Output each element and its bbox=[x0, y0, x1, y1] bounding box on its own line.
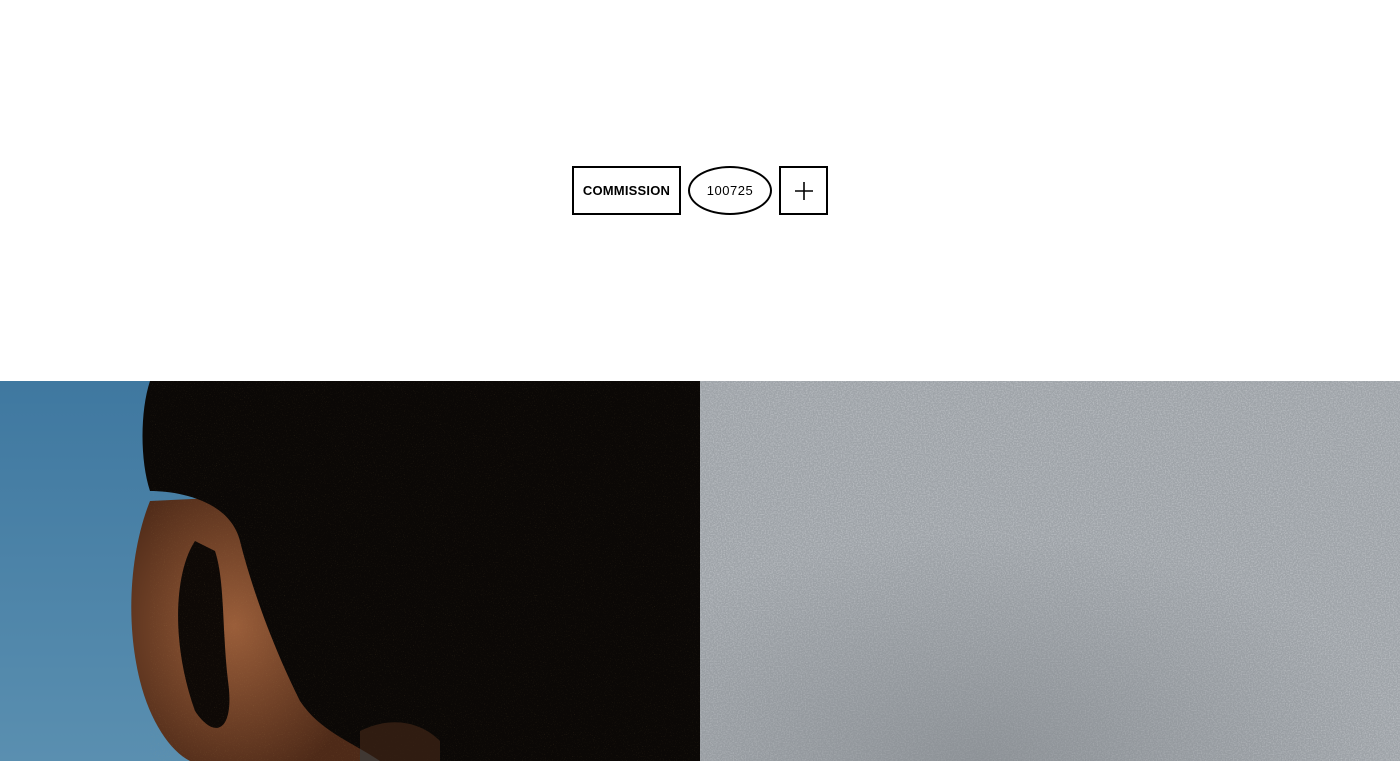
gray-texture-image bbox=[700, 381, 1400, 761]
portrait-photo[interactable] bbox=[0, 381, 700, 761]
number-oval: 100725 bbox=[688, 166, 772, 215]
logo[interactable]: COMMISSION 100725 bbox=[572, 166, 828, 215]
page: COMMISSION 100725 bbox=[0, 0, 1400, 761]
image-gallery bbox=[0, 381, 1400, 761]
plus-button[interactable] bbox=[779, 166, 828, 215]
number-label: 100725 bbox=[706, 183, 754, 198]
plus-icon bbox=[794, 181, 813, 200]
header: COMMISSION 100725 bbox=[0, 0, 1400, 381]
portrait-image bbox=[0, 381, 700, 761]
commission-logo-box[interactable]: COMMISSION bbox=[572, 166, 681, 215]
gray-texture-photo[interactable] bbox=[700, 381, 1400, 761]
commission-label: COMMISSION bbox=[582, 183, 671, 198]
